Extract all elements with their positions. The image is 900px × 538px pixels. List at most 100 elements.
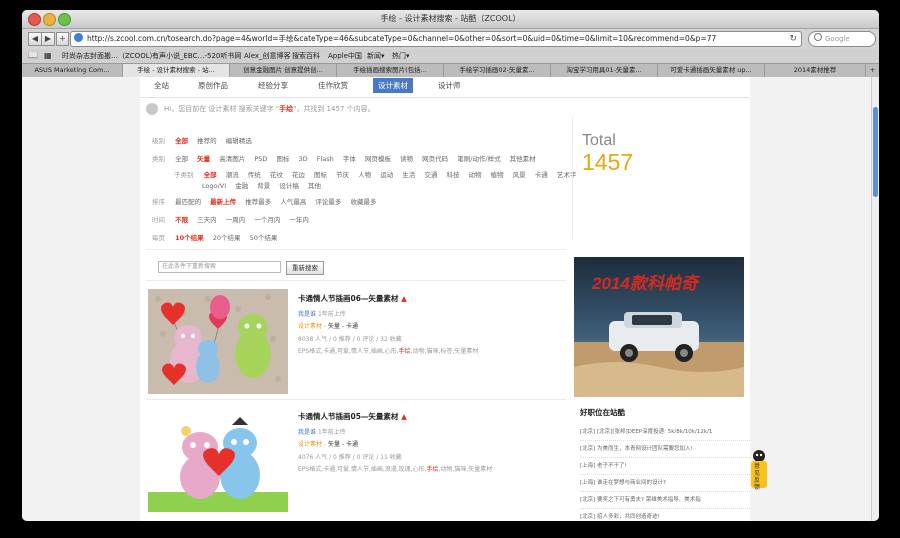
filter-option[interactable]: 全部	[175, 137, 188, 145]
job-link[interactable]: [北京] 要奖之下可有勇夫? 荣维美术指导、美术指	[580, 492, 750, 509]
filter-option[interactable]: 推荐最多	[245, 198, 271, 206]
filter-option[interactable]: 节庆	[336, 171, 349, 179]
filter-option[interactable]: 花边	[292, 171, 305, 179]
filter-option[interactable]: 人物	[358, 171, 371, 179]
filter-option[interactable]: 图标	[276, 155, 289, 163]
filter-option[interactable]: 评论最多	[315, 198, 341, 206]
feedback-button[interactable]: 意见反馈	[750, 449, 768, 491]
address-bar[interactable]: http://s.zcool.com.cn/tosearch.do?page=4…	[70, 31, 802, 47]
refresh-icon[interactable]: ↻	[789, 32, 797, 46]
filter-option[interactable]: 交通	[424, 171, 437, 179]
filter-option[interactable]: 全部	[175, 155, 188, 163]
filter-option[interactable]: 金融	[235, 182, 248, 190]
tab[interactable]: 手绘学习插画02-矢量素...	[444, 64, 551, 77]
vertical-scrollbar[interactable]	[871, 77, 879, 521]
filter-option[interactable]: 编辑精选	[226, 137, 252, 145]
filter-option[interactable]: 笔刷/动作/样式	[457, 155, 500, 163]
filter-option[interactable]: 植物	[491, 171, 504, 179]
filter-option[interactable]: 卡通	[535, 171, 548, 179]
add-bookmark-button[interactable]: +	[56, 32, 69, 46]
result-tags[interactable]: 矢量 - 卡通	[328, 441, 358, 448]
filter-option[interactable]: 人气最高	[280, 198, 306, 206]
filter-option[interactable]: 最新上传	[210, 198, 236, 206]
filter-option[interactable]: 花纹	[270, 171, 283, 179]
result-title[interactable]: 卡通情人节插画05—矢量素材 ▲	[298, 411, 407, 422]
filter-option[interactable]: 高清图片	[219, 155, 245, 163]
job-link[interactable]: [北京] 为美而生，本青网设计团队需要您加入!	[580, 441, 750, 458]
filter-option[interactable]: 三天内	[197, 216, 217, 224]
filter-option[interactable]: 其他素材	[510, 155, 536, 163]
result-thumbnail[interactable]	[148, 407, 288, 512]
filter-option[interactable]: 网页代码	[422, 155, 448, 163]
tab[interactable]: 可爱卡通插画矢量素材 up...	[658, 64, 765, 77]
filter-option[interactable]: 图标	[314, 171, 327, 179]
tab[interactable]: 淘宝学习用具01-矢量素...	[551, 64, 658, 77]
nav-design-materials[interactable]: 设计素材	[373, 78, 413, 93]
result-title[interactable]: 卡通情人节插画06—矢量素材 ▲	[298, 293, 407, 304]
new-tab-button[interactable]: +	[866, 64, 879, 77]
filter-option[interactable]: 其他	[308, 182, 321, 190]
filter-option[interactable]: 生活	[402, 171, 415, 179]
bookmark-item[interactable]: 搜索百科	[292, 51, 320, 61]
tab[interactable]: ASUS Marketing Com...	[22, 64, 123, 77]
bookmark-item[interactable]: 时尚杂志封面搬…（ZCOOL）	[62, 51, 157, 61]
result-category-link[interactable]: 设计素材	[298, 323, 322, 330]
bookmark-item[interactable]: 新闻▾	[367, 51, 385, 61]
filter-option[interactable]: 运动	[380, 171, 393, 179]
filter-option[interactable]: 10个结果	[175, 234, 204, 242]
nav-original-works[interactable]: 原创作品	[198, 80, 228, 91]
refine-search-button[interactable]: 重新搜索	[286, 261, 324, 275]
filter-option[interactable]: 网页模板	[365, 155, 391, 163]
filter-option[interactable]: Logo/VI	[202, 182, 226, 190]
job-link[interactable]: [北京] [北京][张邦]DEEP深度投递: 5k/8k/10k/12k/1	[580, 424, 750, 441]
result-category-link[interactable]: 设计素材	[298, 441, 322, 448]
back-button[interactable]: ◀	[28, 32, 42, 46]
filter-option[interactable]: 最匹配的	[175, 198, 201, 206]
bookmark-item[interactable]: Alex_创意博客	[244, 51, 291, 61]
car-ad-banner[interactable]: 2014款科帕奇	[574, 257, 744, 397]
nav-designers[interactable]: 设计师	[438, 80, 461, 91]
bookmark-item[interactable]: 有声小说_EBC…-520听书网	[152, 51, 241, 61]
forward-button[interactable]: ▶	[41, 32, 55, 46]
filter-option[interactable]: 背景	[257, 182, 270, 190]
filter-option[interactable]: 设计稿	[279, 182, 299, 190]
bookmark-item[interactable]: Apple中国	[328, 51, 362, 61]
filter-option[interactable]: 字体	[343, 155, 356, 163]
filter-option[interactable]: 3D	[299, 155, 308, 163]
filter-option[interactable]: 传统	[248, 171, 261, 179]
refine-search-input[interactable]: 在此条件下重新搜索	[158, 261, 281, 273]
job-link[interactable]: [北京] 招人多彩，共同创造奇迹!	[580, 509, 750, 521]
filter-option[interactable]: 50个结果	[250, 234, 278, 242]
filter-option[interactable]: 收藏最多	[350, 198, 376, 206]
scrollbar-thumb[interactable]	[873, 107, 878, 197]
result-author[interactable]: 我是谁	[298, 429, 316, 436]
result-thumbnail[interactable]	[148, 289, 288, 394]
filter-option[interactable]: Flash	[317, 155, 334, 163]
filter-option[interactable]: 艺术字	[557, 171, 577, 179]
job-link[interactable]: [上海] 谁走在梦想与商业间的设计?	[580, 475, 750, 492]
search-field[interactable]: Google	[808, 31, 876, 47]
tab[interactable]: 创意金融图片 创意提供创...	[230, 64, 337, 77]
filter-option[interactable]: 风景	[513, 171, 526, 179]
filter-option[interactable]: 一周内	[226, 216, 246, 224]
filter-option[interactable]: 20个结果	[213, 234, 241, 242]
tab-active[interactable]: 手绘 - 设计素材搜索 - 站...	[123, 64, 230, 77]
filter-option[interactable]: PSD	[254, 155, 267, 163]
filter-option[interactable]: 科技	[446, 171, 459, 179]
grid-icon[interactable]: ▦	[44, 51, 52, 60]
nav-experience[interactable]: 经验分享	[258, 80, 288, 91]
nav-all[interactable]: 全站	[154, 80, 169, 91]
filter-option[interactable]: 动物	[469, 171, 482, 179]
result-author[interactable]: 我是谁	[298, 311, 316, 318]
nav-featured[interactable]: 佳作欣赏	[318, 80, 348, 91]
filter-option[interactable]: 全部	[204, 171, 217, 179]
filter-option[interactable]: 潮流	[226, 171, 239, 179]
filter-option[interactable]: 不限	[175, 216, 188, 224]
book-icon[interactable]: 📖	[28, 51, 38, 60]
result-tags[interactable]: 矢量 - 卡通	[328, 323, 358, 330]
filter-option[interactable]: 矢量	[197, 155, 210, 163]
filter-option[interactable]: 推荐的	[197, 137, 217, 145]
tab[interactable]: 手绘插画搜索图片(包括...	[337, 64, 444, 77]
filter-option[interactable]: 一个月内	[254, 216, 280, 224]
tab[interactable]: 2014素材推荐	[765, 64, 866, 77]
